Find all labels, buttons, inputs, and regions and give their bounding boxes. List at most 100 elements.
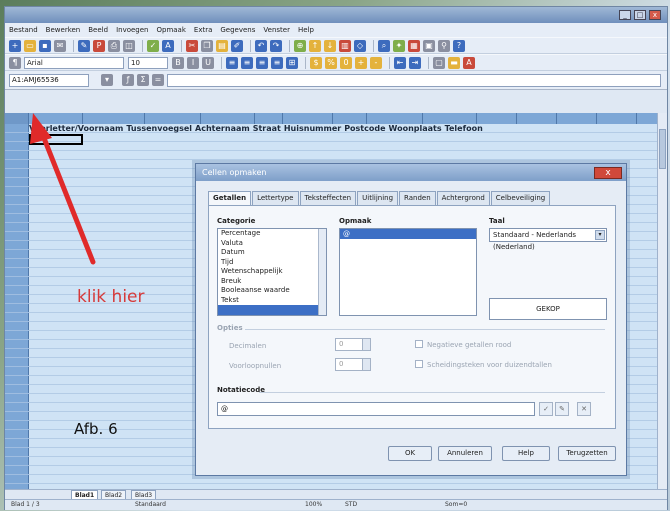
category-item-selected[interactable] <box>218 305 326 315</box>
column-header[interactable] <box>597 113 637 124</box>
row-header[interactable] <box>5 421 29 430</box>
tab-achtergrond[interactable]: Achtergrond <box>436 191 490 205</box>
column-header[interactable] <box>145 113 201 124</box>
column-header[interactable] <box>255 113 283 124</box>
insert-chart-icon[interactable]: ▥ <box>339 39 351 52</box>
row-header[interactable] <box>5 358 29 367</box>
column-header[interactable] <box>477 113 517 124</box>
header-cell[interactable]: Straat <box>253 124 281 134</box>
zoom-icon[interactable]: ⚲ <box>438 39 450 52</box>
row-headers[interactable] <box>5 124 29 489</box>
standard-format-icon[interactable]: 0 <box>340 56 352 69</box>
row-header[interactable] <box>5 313 29 322</box>
row-header[interactable] <box>5 322 29 331</box>
print-preview-icon[interactable]: ◫ <box>123 39 135 52</box>
menu-opmaak[interactable]: Opmaak <box>156 26 185 34</box>
header-cell[interactable]: Achternaam <box>195 124 250 134</box>
copy-icon[interactable]: ❐ <box>201 39 213 52</box>
header-cell[interactable]: Woonplaats <box>389 124 442 134</box>
add-decimal-icon[interactable]: + <box>355 56 367 69</box>
help-button[interactable]: Help <box>502 446 550 461</box>
name-box[interactable]: A1:AMJ65536 <box>9 73 89 87</box>
header-cell[interactable]: Postcode <box>344 124 385 134</box>
scroll-thumb[interactable] <box>659 129 666 169</box>
percent-format-icon[interactable]: % <box>325 56 337 69</box>
delete-decimal-icon[interactable]: - <box>370 56 382 69</box>
reset-button[interactable]: Terugzetten <box>558 446 616 461</box>
email-icon[interactable]: ✉ <box>54 39 66 52</box>
header-cell[interactable]: Voorletter/Voornaam <box>29 124 123 134</box>
row-header[interactable] <box>5 205 29 214</box>
menu-beeld[interactable]: Beeld <box>88 26 108 34</box>
edit-file-icon[interactable]: ✎ <box>78 39 90 52</box>
menu-gegevens[interactable]: Gegevens <box>220 26 255 34</box>
spinner-arrows-icon[interactable] <box>362 339 370 350</box>
row-header[interactable] <box>5 430 29 439</box>
menu-help[interactable]: Help <box>298 26 314 34</box>
column-header[interactable] <box>83 113 145 124</box>
tab-celbeveiliging[interactable]: Celbeveiliging <box>490 191 551 205</box>
select-all-corner[interactable] <box>5 113 29 124</box>
spellcheck-icon[interactable]: ✓ <box>147 39 159 52</box>
row-header[interactable] <box>5 241 29 250</box>
status-zoom[interactable]: 100% <box>305 501 322 508</box>
category-item[interactable]: Breuk <box>218 277 326 287</box>
row-header[interactable] <box>5 133 29 142</box>
minimize-button[interactable]: _ <box>619 10 631 20</box>
format-code-input[interactable]: @ <box>217 402 535 416</box>
tab-lettertype[interactable]: Lettertype <box>252 191 299 205</box>
navigator-icon[interactable]: ✦ <box>393 39 405 52</box>
row-header[interactable] <box>5 187 29 196</box>
column-header[interactable] <box>283 113 333 124</box>
header-cell[interactable]: Tussenvoegsel <box>126 124 192 134</box>
font-size-select[interactable]: 10 <box>128 56 168 69</box>
edit-comment-icon[interactable]: ✎ <box>555 402 569 416</box>
row-header[interactable] <box>5 457 29 466</box>
row-header[interactable] <box>5 169 29 178</box>
status-mode[interactable]: STD <box>345 501 357 508</box>
row-header[interactable] <box>5 196 29 205</box>
row-header[interactable] <box>5 304 29 313</box>
menu-extra[interactable]: Extra <box>194 26 212 34</box>
row-header[interactable] <box>5 214 29 223</box>
decimals-spinner[interactable]: 0 <box>335 338 371 351</box>
borders-icon[interactable]: ▢ <box>433 56 445 69</box>
column-header[interactable] <box>367 113 423 124</box>
column-header[interactable] <box>29 113 83 124</box>
tab-getallen[interactable]: Getallen <box>208 191 252 205</box>
tab-randen[interactable]: Randen <box>399 191 436 205</box>
background-color-icon[interactable]: ▬ <box>448 56 460 69</box>
category-list[interactable]: Percentage Valuta Datum Tijd Wetenschapp… <box>217 228 327 316</box>
column-header[interactable] <box>201 113 255 124</box>
data-sources-icon[interactable]: ▣ <box>423 39 435 52</box>
tab-uitlijning[interactable]: Uitlijning <box>357 191 399 205</box>
export-pdf-icon[interactable]: P <box>93 39 105 52</box>
leading-zeros-spinner[interactable]: 0 <box>335 358 371 371</box>
row-header[interactable] <box>5 340 29 349</box>
cut-icon[interactable]: ✂ <box>186 39 198 52</box>
hyperlink-icon[interactable]: ⊕ <box>294 39 306 52</box>
row-header[interactable] <box>5 151 29 160</box>
justify-icon[interactable]: ≡ <box>271 56 283 69</box>
close-button[interactable]: x <box>649 10 661 20</box>
find-replace-icon[interactable]: ⌕ <box>378 39 390 52</box>
increase-indent-icon[interactable]: ⇥ <box>409 56 421 69</box>
font-color-icon[interactable]: A <box>463 56 475 69</box>
spinner-arrows-icon[interactable] <box>362 359 370 370</box>
row-header[interactable] <box>5 277 29 286</box>
row-header[interactable] <box>5 250 29 259</box>
category-item[interactable]: Valuta <box>218 239 326 249</box>
function-wizard-icon[interactable]: ƒ <box>122 74 134 86</box>
row-header[interactable] <box>5 376 29 385</box>
row-header[interactable] <box>5 439 29 448</box>
open-folder-icon[interactable]: ▭ <box>24 39 36 52</box>
row-header[interactable] <box>5 223 29 232</box>
vertical-scrollbar[interactable] <box>657 113 667 489</box>
column-headers[interactable] <box>29 113 657 124</box>
row-header[interactable] <box>5 394 29 403</box>
category-item[interactable]: Wetenschappelijk <box>218 267 326 277</box>
row-header[interactable] <box>5 232 29 241</box>
row-header[interactable] <box>5 124 29 133</box>
menu-venster[interactable]: Venster <box>263 26 290 34</box>
redo-icon[interactable]: ↷ <box>270 39 282 52</box>
